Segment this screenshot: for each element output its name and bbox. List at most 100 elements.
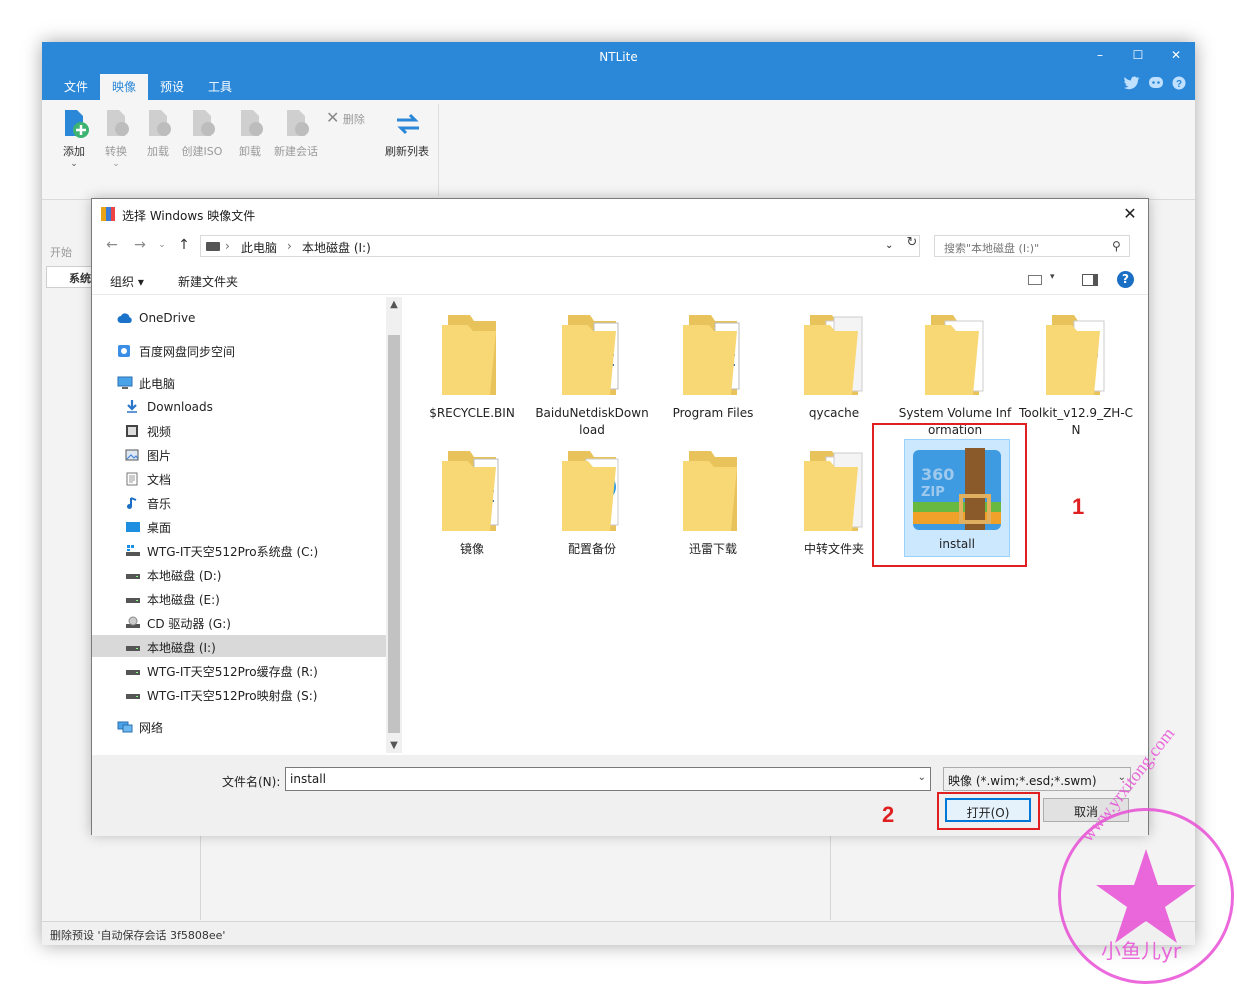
refresh-icon	[392, 108, 422, 138]
tree-item[interactable]: OneDrive	[117, 307, 195, 329]
delete-label: 删除	[342, 113, 365, 126]
tree-item[interactable]: 桌面	[125, 515, 171, 537]
maximize-button[interactable]: ☐	[1120, 48, 1156, 68]
delete-button[interactable]: ✕ 删除	[326, 108, 365, 127]
file-name: qycache	[808, 406, 860, 420]
tree-item[interactable]: 图片	[125, 443, 171, 465]
file-name: 迅雷下载	[688, 542, 737, 556]
tree-item[interactable]: WTG-IT天空512Pro映射盘 (S:)	[125, 683, 317, 705]
refresh-icon[interactable]: ↻	[903, 235, 921, 257]
refresh-list-label: 刷新列表	[385, 145, 429, 158]
address-dropdown-icon[interactable]: ⌄	[885, 240, 893, 251]
file-item[interactable]: BaiduNetdiskDownload	[534, 311, 650, 439]
tab-system[interactable]: 系统	[46, 266, 96, 288]
file-item[interactable]: Program Files	[655, 311, 771, 422]
tree-item-label: 百度网盘同步空间	[139, 345, 236, 359]
up-arrow-icon[interactable]: ↑	[176, 237, 192, 255]
tree-item[interactable]: WTG-IT天空512Pro系统盘 (C:)	[125, 539, 318, 561]
status-bar: 删除预设 '自动保存会话 3f5808ee'	[42, 921, 1195, 945]
drive-icon	[125, 568, 141, 582]
scroll-thumb[interactable]	[388, 335, 400, 733]
mount-button[interactable]: 加载	[136, 108, 180, 159]
document-icon	[125, 472, 141, 486]
tree-item-label: 本地磁盘 (E:)	[147, 593, 220, 607]
breadcrumb-this-pc[interactable]: 此电脑	[241, 239, 277, 256]
view-options-icon[interactable]	[1028, 275, 1042, 285]
tree-item[interactable]: 网络	[117, 715, 163, 737]
menu-preset[interactable]: 预设	[148, 74, 196, 100]
address-bar[interactable]: › 此电脑 › 本地磁盘 (I:) ⌄	[200, 235, 920, 257]
file-item[interactable]: $RECYCLE.BIN	[414, 311, 530, 422]
unmount-icon	[235, 108, 265, 138]
scroll-up-icon[interactable]: ▲	[386, 299, 402, 310]
add-button[interactable]: 添加 ⌄	[52, 108, 96, 169]
back-arrow-icon[interactable]: ←	[104, 237, 120, 255]
filename-dropdown-icon[interactable]: ⌄	[918, 772, 926, 783]
dialog-title: 选择 Windows 映像文件	[122, 209, 256, 223]
view-dropdown-icon[interactable]: ▾	[1050, 272, 1055, 282]
file-type-value: 映像 (*.wim;*.esd;*.swm)	[948, 774, 1097, 788]
unmount-label: 卸载	[239, 145, 261, 158]
file-type-select[interactable]: 映像 (*.wim;*.esd;*.swm) ⌄	[943, 767, 1131, 791]
menu-image[interactable]: 映像	[100, 74, 149, 100]
file-item[interactable]: 迅雷下载	[655, 447, 771, 558]
minimize-button[interactable]: –	[1082, 48, 1118, 68]
tree-item[interactable]: 本地磁盘 (E:)	[125, 587, 220, 609]
file-item[interactable]: CDSystem Volume Information	[897, 311, 1013, 439]
dialog-close-button[interactable]: ✕	[1120, 204, 1140, 224]
filename-input[interactable]: install ⌄	[285, 767, 931, 791]
watermark-cn: 小鱼儿yr	[1101, 939, 1182, 963]
search-input[interactable]: 搜索"本地磁盘 (I:)"	[934, 235, 1130, 257]
tree-item[interactable]: 音乐	[125, 491, 171, 513]
tree-item[interactable]: 文档	[125, 467, 171, 489]
file-name: BaiduNetdiskDownload	[535, 406, 649, 437]
preview-pane-icon[interactable]	[1082, 274, 1098, 286]
file-list: $RECYCLE.BIN BaiduNetdiskDownload Program …	[404, 297, 1148, 753]
unmount-button[interactable]: 卸载	[228, 108, 272, 159]
twitter-icon[interactable]	[1124, 76, 1140, 94]
scroll-down-icon[interactable]: ▼	[386, 740, 402, 751]
tree-item[interactable]: 本地磁盘 (I:)	[92, 635, 386, 657]
help-icon[interactable]: ?	[1172, 76, 1186, 94]
create-iso-label: 创建ISO	[181, 145, 223, 158]
file-item[interactable]: 配置备份	[534, 447, 650, 558]
cd-drive-icon	[125, 616, 141, 630]
new-session-button[interactable]: 新建会话	[272, 108, 320, 159]
music-icon	[125, 496, 141, 510]
tree-item[interactable]: 视频	[125, 419, 171, 441]
create-iso-button[interactable]: 创建ISO	[180, 108, 224, 159]
tree-item-label: 此电脑	[139, 377, 176, 391]
convert-label: 转换	[105, 145, 127, 158]
menu-tools[interactable]: 工具	[196, 74, 244, 100]
tree-item[interactable]: CD 驱动器 (G:)	[125, 611, 231, 633]
organize-button[interactable]: 组织 ▾	[110, 273, 144, 290]
convert-button[interactable]: 转换 ⌄	[94, 108, 138, 169]
file-item[interactable]: qycache	[776, 311, 892, 422]
drive-icon	[206, 242, 220, 251]
dialog-help-icon[interactable]: ?	[1117, 271, 1134, 288]
title-bar: NTLite – ☐ ✕ 文件 映像 预设 工具 ?	[42, 42, 1195, 100]
tree-item-label: 本地磁盘 (D:)	[147, 569, 222, 583]
refresh-list-button[interactable]: 刷新列表	[380, 108, 434, 159]
breadcrumb-drive-i[interactable]: 本地磁盘 (I:)	[302, 239, 371, 256]
tree-item[interactable]: 此电脑	[117, 371, 175, 393]
file-item[interactable]: Toolkit_v12.9_ZH-CN	[1018, 311, 1134, 439]
tree-item[interactable]: 百度网盘同步空间	[117, 339, 235, 361]
tree-item-label: OneDrive	[139, 311, 196, 325]
folder-docs-icon	[554, 311, 630, 399]
forward-arrow-icon[interactable]: →	[132, 237, 148, 255]
tree-item[interactable]: WTG-IT天空512Pro缓存盘 (R:)	[125, 659, 318, 681]
drive-icon	[125, 592, 141, 606]
iso-icon	[187, 108, 217, 138]
tree-item[interactable]: 本地磁盘 (D:)	[125, 563, 221, 585]
history-dropdown-icon[interactable]: ⌄	[154, 240, 170, 258]
close-button[interactable]: ✕	[1158, 48, 1194, 68]
tree-scrollbar[interactable]: ▲ ▼	[386, 297, 402, 753]
desktop-icon	[125, 520, 141, 534]
background-divider	[200, 822, 201, 920]
menu-file[interactable]: 文件	[52, 74, 100, 100]
new-folder-button[interactable]: 新建文件夹	[178, 273, 238, 290]
discord-icon[interactable]	[1148, 76, 1164, 94]
file-item[interactable]: 镜像	[414, 447, 530, 558]
tree-item[interactable]: Downloads	[125, 395, 213, 417]
